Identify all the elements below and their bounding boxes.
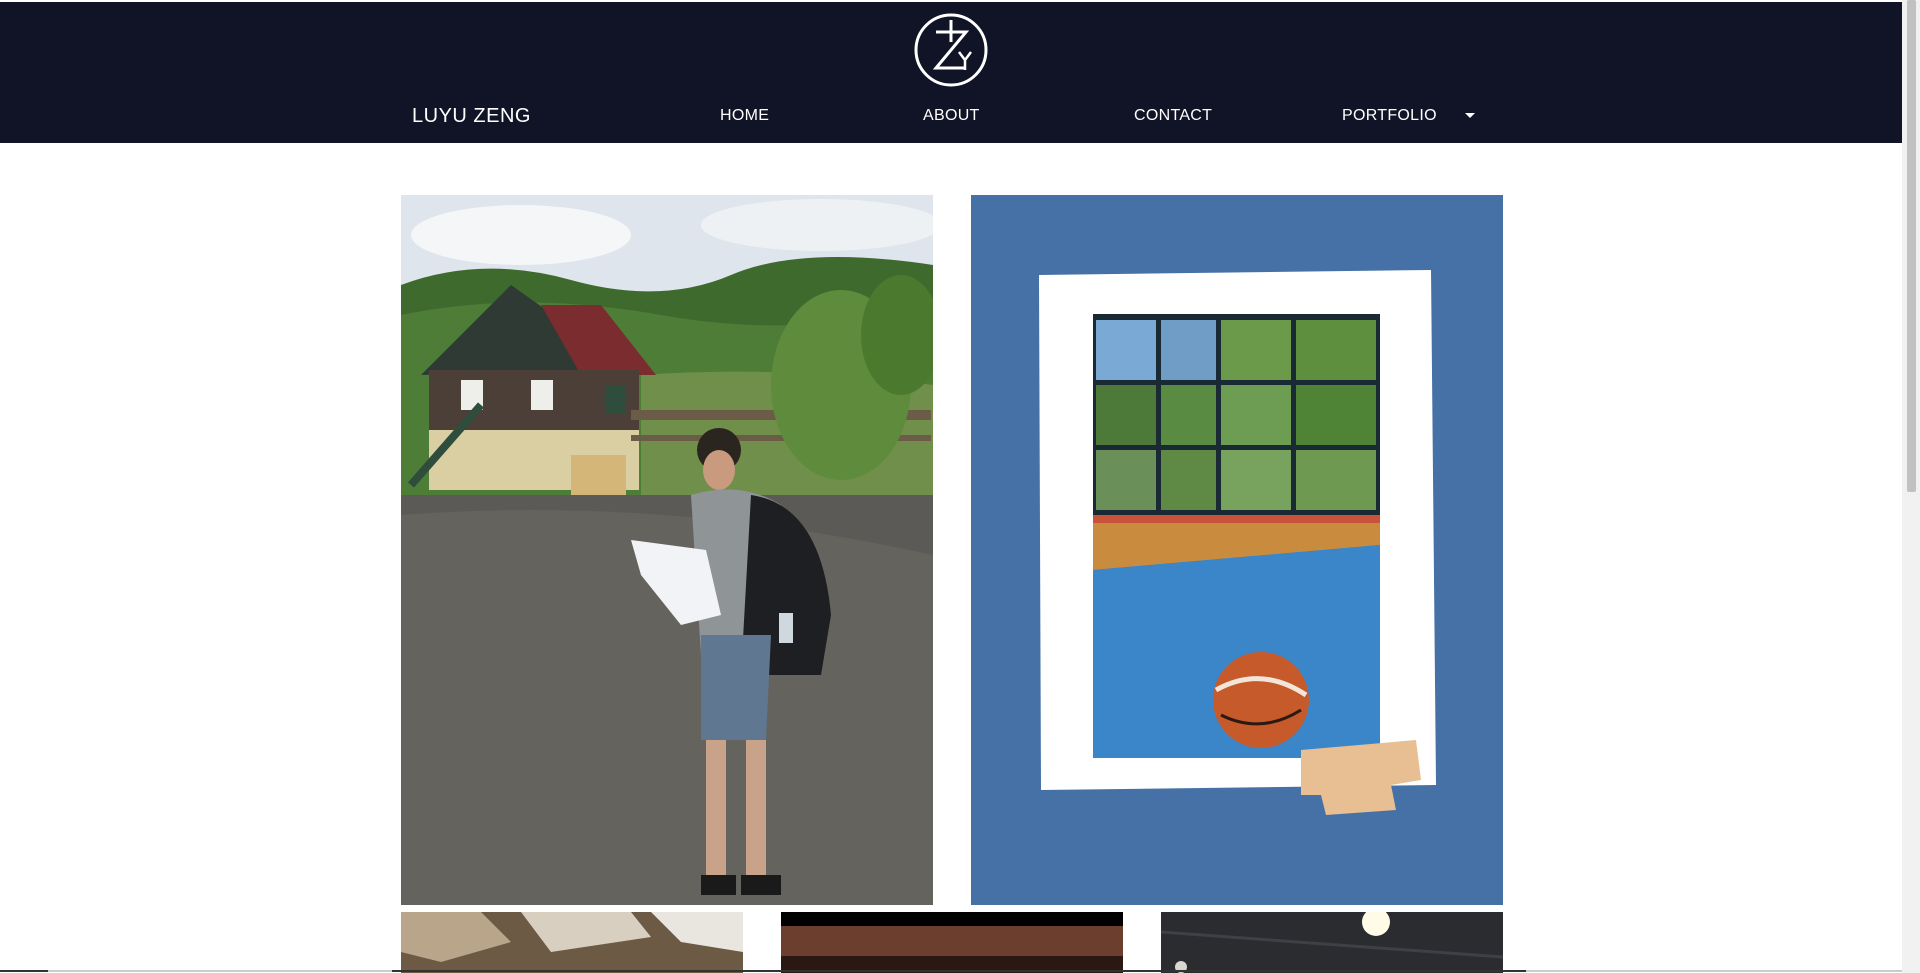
vertical-scrollbar[interactable] <box>1902 0 1920 973</box>
portfolio-dropdown-caret-icon[interactable] <box>1465 113 1475 118</box>
hiker-image <box>401 195 933 905</box>
nav-home[interactable]: HOME <box>720 107 769 125</box>
page-bottom-rule <box>0 970 1902 972</box>
gym-image <box>1161 912 1503 973</box>
basketball-image <box>971 195 1503 905</box>
nav-portfolio[interactable]: PORTFOLIO <box>1342 107 1437 125</box>
gallery-photo-gym[interactable] <box>1161 912 1503 973</box>
gallery-photo-hiker[interactable] <box>401 195 933 905</box>
nav-contact[interactable]: CONTACT <box>1134 107 1212 125</box>
site-header: LUYU ZENG HOME ABOUT CONTACT PORTFOLIO <box>0 0 1902 143</box>
gallery-photo-basketball[interactable] <box>971 195 1503 905</box>
rocks-image <box>401 912 743 973</box>
nav-about[interactable]: ABOUT <box>923 107 980 125</box>
gallery-photo-stage[interactable] <box>781 912 1123 973</box>
logo-icon[interactable] <box>913 12 989 88</box>
brand-link[interactable]: LUYU ZENG <box>412 105 531 128</box>
gallery-photo-rocks[interactable] <box>401 912 743 973</box>
stage-image <box>781 912 1123 973</box>
scrollbar-thumb[interactable] <box>1907 0 1916 492</box>
